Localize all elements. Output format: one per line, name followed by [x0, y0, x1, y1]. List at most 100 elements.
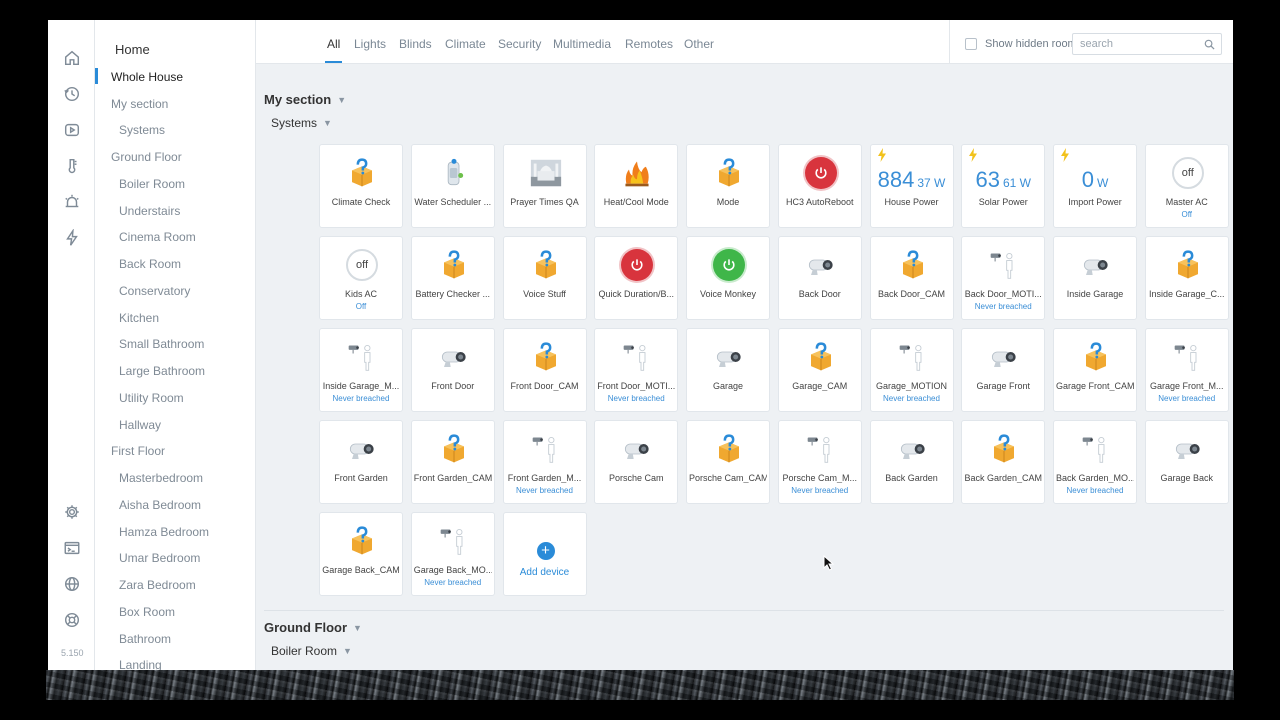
device-tile-inside-garage-m[interactable]: Inside Garage_M... Never breached: [319, 328, 403, 412]
room-item-large-bathroom[interactable]: Large Bathroom: [119, 364, 205, 378]
device-tile-quick-duration-b[interactable]: Quick Duration/B...: [594, 236, 679, 320]
device-tile-garage-back[interactable]: Garage Back: [1144, 420, 1229, 504]
device-tile-inside-garage[interactable]: Inside Garage: [1053, 236, 1137, 320]
room-item-my-section[interactable]: My section: [111, 97, 168, 111]
alarm-button[interactable]: [60, 190, 84, 214]
device-tile-climate-check[interactable]: Climate Check: [319, 144, 403, 228]
room-item-box-room[interactable]: Box Room: [119, 605, 175, 619]
room-item-boiler-room[interactable]: Boiler Room: [119, 177, 185, 191]
device-tile-porsche-cam[interactable]: Porsche Cam: [594, 420, 679, 504]
show-hidden-rooms-checkbox[interactable]: [965, 38, 977, 50]
device-tile-back-door[interactable]: Back Door: [777, 236, 862, 320]
camera-graphic: [900, 443, 925, 459]
device-tile-garage-front[interactable]: Garage Front: [961, 328, 1046, 412]
tab-security[interactable]: Security: [498, 37, 541, 51]
device-tile-water-scheduler[interactable]: Water Scheduler ...: [410, 144, 495, 228]
device-tile-garage-back-mo[interactable]: Garage Back_MO... Never breached: [410, 512, 495, 596]
room-item-cinema-room[interactable]: Cinema Room: [119, 230, 196, 244]
terminal-button[interactable]: [60, 536, 84, 560]
device-tile-kids-ac[interactable]: off Kids AC Off: [319, 236, 403, 320]
connection-button[interactable]: [60, 572, 84, 596]
motion-graphic: [348, 345, 371, 371]
tab-other[interactable]: Other: [684, 37, 714, 51]
climate-button[interactable]: [60, 154, 84, 178]
add-device-tile[interactable]: + Add device: [502, 512, 587, 596]
qa-box-icon: [711, 155, 747, 191]
tab-climate[interactable]: Climate: [445, 37, 486, 51]
history-button[interactable]: [60, 82, 84, 106]
device-tile-front-door-moti[interactable]: Front Door_MOTI... Never breached: [594, 328, 679, 412]
room-item-home[interactable]: Home: [115, 42, 150, 57]
room-item-systems[interactable]: Systems: [119, 123, 165, 137]
room-item-understairs[interactable]: Understairs: [119, 204, 180, 218]
camera-icon: [711, 339, 747, 375]
bolt-icon: [969, 148, 978, 162]
tab-lights[interactable]: Lights: [354, 37, 386, 51]
room-item-conservatory[interactable]: Conservatory: [119, 284, 190, 298]
qa-box-icon: [895, 247, 931, 283]
device-tile-back-garden-cam[interactable]: Back Garden_CAM: [961, 420, 1046, 504]
scenes-button[interactable]: [60, 118, 84, 142]
room-item-whole-house[interactable]: Whole House: [95, 67, 183, 84]
device-tile-garage-back-cam[interactable]: Garage Back_CAM: [319, 512, 403, 596]
support-button[interactable]: [60, 608, 84, 632]
search-icon[interactable]: [1204, 39, 1215, 50]
device-tile-garage[interactable]: Garage: [686, 328, 770, 412]
device-tile-back-door-cam[interactable]: Back Door_CAM: [869, 236, 954, 320]
device-tile-heat-cool-mode[interactable]: Heat/Cool Mode: [594, 144, 679, 228]
device-tile-front-garden[interactable]: Front Garden: [319, 420, 403, 504]
device-tile-garage-front-m[interactable]: Garage Front_M... Never breached: [1144, 328, 1229, 412]
room-title-systems[interactable]: Systems ▼: [271, 116, 332, 130]
device-tile-master-ac[interactable]: off Master AC Off: [1144, 144, 1229, 228]
device-tile-front-door-cam[interactable]: Front Door_CAM: [502, 328, 587, 412]
device-tile-garage-motion[interactable]: Garage_MOTION Never breached: [869, 328, 954, 412]
room-item-hallway[interactable]: Hallway: [119, 418, 161, 432]
room-item-kitchen[interactable]: Kitchen: [119, 311, 159, 325]
room-item-first-floor[interactable]: First Floor: [111, 444, 165, 458]
device-tile-import-power[interactable]: 0 W Import Power: [1053, 144, 1137, 228]
device-tile-voice-stuff[interactable]: Voice Stuff: [502, 236, 587, 320]
device-tile-front-garden-cam[interactable]: Front Garden_CAM: [410, 420, 495, 504]
section-title-my-section[interactable]: My section ▼: [264, 92, 346, 107]
tab-blinds[interactable]: Blinds: [399, 37, 432, 51]
room-item-hamza-bedroom[interactable]: Hamza Bedroom: [119, 525, 209, 539]
device-tile-back-garden-mo[interactable]: Back Garden_MO... Never breached: [1053, 420, 1137, 504]
tab-remotes[interactable]: Remotes: [625, 37, 673, 51]
home-button[interactable]: [60, 46, 84, 70]
ac-off-toggle[interactable]: off: [346, 249, 378, 281]
room-item-bathroom[interactable]: Bathroom: [119, 632, 171, 646]
device-tile-back-door-moti[interactable]: Back Door_MOTI... Never breached: [961, 236, 1046, 320]
room-item-utility-room[interactable]: Utility Room: [119, 391, 184, 405]
device-tile-front-door[interactable]: Front Door: [410, 328, 495, 412]
section-title-ground-floor[interactable]: Ground Floor ▼: [264, 620, 362, 635]
room-item-landing[interactable]: Landing: [119, 658, 162, 670]
device-tile-battery-checker[interactable]: Battery Checker ...: [410, 236, 495, 320]
room-item-back-room[interactable]: Back Room: [119, 257, 181, 271]
device-tile-front-garden-m[interactable]: Front Garden_M... Never breached: [502, 420, 587, 504]
room-title-boiler-room[interactable]: Boiler Room ▼: [271, 644, 352, 658]
device-tile-porsche-cam-cam[interactable]: Porsche Cam_CAM: [686, 420, 770, 504]
device-tile-voice-monkey[interactable]: Voice Monkey: [686, 236, 770, 320]
device-tile-solar-power[interactable]: 63 61 W Solar Power: [961, 144, 1046, 228]
search-input[interactable]: [1073, 34, 1191, 54]
device-tile-prayer-times-qa[interactable]: Prayer Times QA: [502, 144, 587, 228]
device-tile-mode[interactable]: Mode: [686, 144, 770, 228]
device-tile-garage-cam[interactable]: Garage_CAM: [777, 328, 862, 412]
device-tile-back-garden[interactable]: Back Garden: [869, 420, 954, 504]
device-tile-hc3-autoreboot[interactable]: HC3 AutoReboot: [777, 144, 862, 228]
device-tile-house-power[interactable]: 884 37 W House Power: [869, 144, 954, 228]
tab-multimedia[interactable]: Multimedia: [553, 37, 611, 51]
room-item-small-bathroom[interactable]: Small Bathroom: [119, 337, 204, 351]
room-item-ground-floor[interactable]: Ground Floor: [111, 150, 182, 164]
device-tile-porsche-cam-m[interactable]: Porsche Cam_M... Never breached: [777, 420, 862, 504]
room-item-umar-bedroom[interactable]: Umar Bedroom: [119, 551, 200, 565]
energy-button[interactable]: [60, 226, 84, 250]
device-tile-garage-front-cam[interactable]: Garage Front_CAM: [1053, 328, 1137, 412]
tab-all[interactable]: All: [324, 37, 343, 63]
settings-button[interactable]: [60, 500, 84, 524]
ac-off-toggle[interactable]: off: [1171, 157, 1204, 189]
room-item-aisha-bedroom[interactable]: Aisha Bedroom: [119, 498, 201, 512]
room-item-masterbedroom[interactable]: Masterbedroom: [119, 471, 203, 485]
room-item-zara-bedroom[interactable]: Zara Bedroom: [119, 578, 196, 592]
device-tile-inside-garage-c[interactable]: Inside Garage_C...: [1144, 236, 1229, 320]
